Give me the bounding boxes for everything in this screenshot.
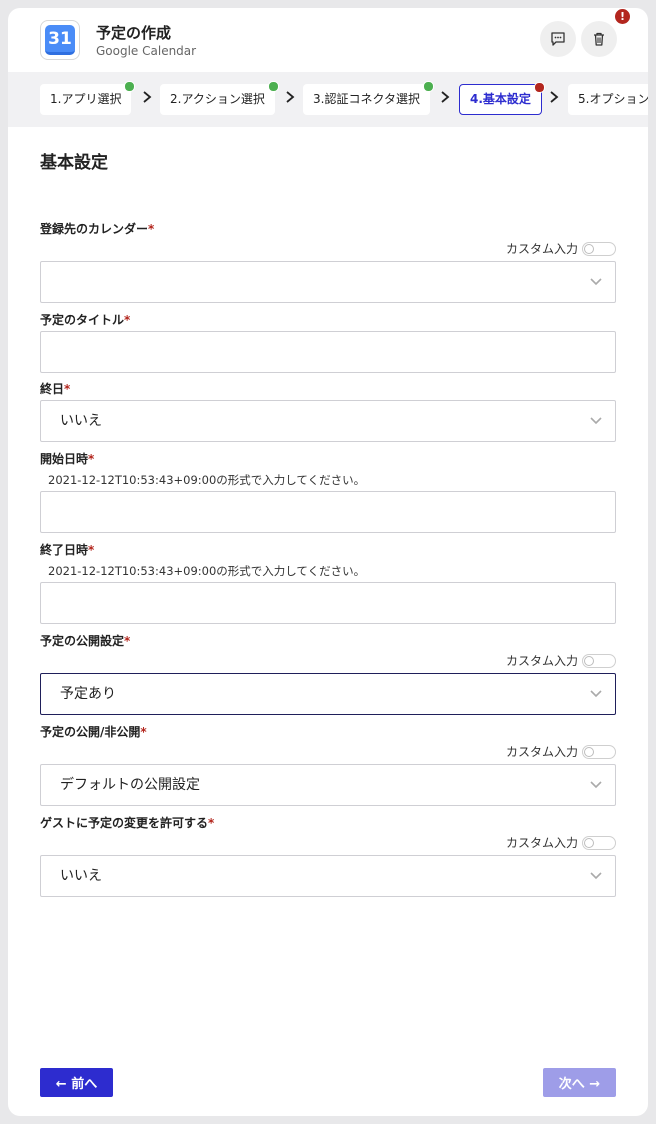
guest-modify-label: ゲストに予定の変更を許可する* xyxy=(40,816,215,830)
end-datetime-label: 終了日時* xyxy=(40,543,95,557)
next-button[interactable]: 次へ → xyxy=(543,1068,616,1097)
alert-badge[interactable]: ! xyxy=(615,9,630,24)
step-basic-settings[interactable]: 4.基本設定 xyxy=(459,82,545,115)
chevron-right-icon xyxy=(286,91,295,103)
chevron-right-icon xyxy=(441,91,450,103)
start-datetime-input[interactable] xyxy=(40,491,616,533)
all-day-value: いいえ xyxy=(60,413,102,429)
section-title: 基本設定 xyxy=(40,153,108,173)
all-day-select[interactable]: いいえ xyxy=(40,400,616,442)
end-datetime-input[interactable] xyxy=(40,582,616,624)
step-connector-select[interactable]: 3.認証コネクタ選択 xyxy=(303,81,434,115)
visibility-custom-input: カスタム入力 xyxy=(506,743,616,760)
main-card: 31 予定の作成 Google Calendar 1.アプリ選択 2.アクション… xyxy=(8,8,648,1116)
custom-input-toggle[interactable] xyxy=(582,241,616,256)
chevron-down-icon xyxy=(590,417,602,425)
calendar-label: 登録先のカレンダー* xyxy=(40,222,155,236)
step-done-badge xyxy=(124,81,136,92)
step-app-select[interactable]: 1.アプリ選択 xyxy=(40,81,136,115)
calendar-select[interactable] xyxy=(40,261,616,303)
step-label: 3.認証コネクタ選択 xyxy=(313,92,420,106)
prev-button[interactable]: ← 前へ xyxy=(40,1068,113,1097)
step-done-badge xyxy=(267,81,279,92)
custom-input-toggle[interactable] xyxy=(582,653,616,668)
publish-setting-select[interactable]: 予定あり xyxy=(40,673,616,715)
publish-setting-label: 予定の公開設定* xyxy=(40,634,131,648)
guest-modify-custom-input: カスタム入力 xyxy=(506,834,616,851)
chevron-right-icon xyxy=(550,91,559,103)
calendar-custom-input: カスタム入力 xyxy=(506,240,616,257)
custom-input-toggle[interactable] xyxy=(582,744,616,759)
comment-icon xyxy=(551,32,565,46)
step-action-select[interactable]: 2.アクション選択 xyxy=(160,81,279,115)
trash-icon xyxy=(594,32,604,46)
chevron-down-icon xyxy=(590,278,602,286)
visibility-value: デフォルトの公開設定 xyxy=(60,777,200,793)
publish-setting-value: 予定あり xyxy=(60,686,116,702)
guest-modify-value: いいえ xyxy=(60,868,102,884)
chevron-down-icon xyxy=(590,781,602,789)
custom-input-label: カスタム入力 xyxy=(505,654,578,668)
page-title: 予定の作成 xyxy=(96,24,172,42)
visibility-label: 予定の公開/非公開* xyxy=(40,725,147,739)
custom-input-label: カスタム入力 xyxy=(505,745,578,759)
custom-input-label: カスタム入力 xyxy=(505,836,578,850)
comment-button[interactable] xyxy=(540,21,576,57)
chevron-right-icon xyxy=(143,91,152,103)
step-label: 4.基本設定 xyxy=(470,92,531,106)
all-day-label: 終日* xyxy=(40,382,71,396)
chevron-down-icon xyxy=(590,872,602,880)
start-datetime-label: 開始日時* xyxy=(40,452,95,466)
visibility-select[interactable]: デフォルトの公開設定 xyxy=(40,764,616,806)
step-error-badge xyxy=(533,82,545,93)
end-datetime-hint: 2021-12-12T10:53:43+09:00の形式で入力してください。 xyxy=(48,564,366,578)
step-done-badge xyxy=(422,81,434,92)
app-icon-text: 31 xyxy=(45,25,75,55)
step-label: 5.オプション xyxy=(578,92,648,106)
chevron-down-icon xyxy=(590,690,602,698)
google-calendar-icon: 31 xyxy=(40,20,80,60)
step-options[interactable]: 5.オプション xyxy=(568,84,648,115)
event-title-label: 予定のタイトル* xyxy=(40,313,131,327)
step-navigation: 1.アプリ選択 2.アクション選択 3.認証コネクタ選択 4.基本設定 5.オプ… xyxy=(8,72,648,127)
start-datetime-hint: 2021-12-12T10:53:43+09:00の形式で入力してください。 xyxy=(48,473,366,487)
header: 31 予定の作成 Google Calendar xyxy=(8,8,648,72)
page-subtitle: Google Calendar xyxy=(96,44,197,58)
custom-input-toggle[interactable] xyxy=(582,835,616,850)
custom-input-label: カスタム入力 xyxy=(505,242,578,256)
publish-setting-custom-input: カスタム入力 xyxy=(506,652,616,669)
delete-button[interactable] xyxy=(581,21,617,57)
guest-modify-select[interactable]: いいえ xyxy=(40,855,616,897)
step-label: 1.アプリ選択 xyxy=(50,92,122,106)
event-title-input[interactable] xyxy=(40,331,616,373)
step-label: 2.アクション選択 xyxy=(170,92,265,106)
